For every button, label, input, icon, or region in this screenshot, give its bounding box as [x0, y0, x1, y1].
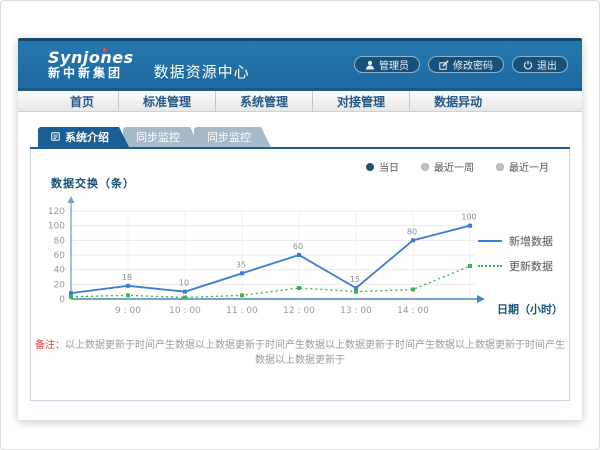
app-header: Synjones 新中新集团 数据资源中心 管理员 修改密码 — [18, 38, 582, 88]
header-actions: 管理员 修改密码 退出 — [354, 56, 568, 73]
footnote: 备注：以上数据更新于时间产生数据以上数据更新于时间产生数据以上数据更新于时间产生… — [31, 336, 569, 366]
content-area: 系统介绍 同步监控 同步监控 当日 最近一周 — [18, 112, 582, 401]
nav-item-system-mgmt[interactable]: 系统管理 — [215, 91, 312, 111]
svg-text:10: 10 — [179, 279, 189, 288]
footnote-prefix: 备注： — [35, 340, 65, 351]
svg-text:18: 18 — [122, 273, 132, 282]
filter-label: 最近一月 — [509, 159, 549, 174]
chart-panel: 当日 最近一周 最近一月 数据交换（条） 0 20 40 60 80 100 120 9 : … — [30, 149, 570, 401]
filter-label: 最近一周 — [434, 159, 474, 174]
logo-text-en: Synjones — [48, 49, 134, 67]
nav-item-interface-mgmt[interactable]: 对接管理 — [312, 91, 409, 111]
logo-text-cn: 新中新集团 — [48, 67, 134, 80]
change-password-button[interactable]: 修改密码 — [428, 56, 504, 73]
nav-item-data-change[interactable]: 数据异动 — [409, 91, 506, 111]
logout-label: 退出 — [537, 57, 557, 72]
svg-text:60: 60 — [293, 242, 303, 251]
chart-legend: 新增数据 更新数据 — [478, 233, 553, 274]
tab-label: 同步监控 — [207, 129, 251, 145]
filter-last-week[interactable]: 最近一周 — [421, 159, 474, 174]
svg-text:120: 120 — [48, 207, 65, 217]
tab-sync-monitor-2[interactable]: 同步监控 — [194, 127, 271, 147]
svg-text:100: 100 — [48, 222, 65, 232]
svg-text:100: 100 — [461, 213, 476, 222]
tab-sync-monitor-1[interactable]: 同步监控 — [123, 127, 200, 147]
legend-item-update-data: 更新数据 — [478, 258, 553, 274]
svg-text:14 : 00: 14 : 00 — [397, 306, 429, 316]
filter-last-month[interactable]: 最近一月 — [496, 159, 549, 174]
nav-item-standard-mgmt[interactable]: 标准管理 — [118, 91, 215, 111]
tab-bar: 系统介绍 同步监控 同步监控 — [38, 127, 570, 147]
svg-text:20: 20 — [54, 280, 66, 290]
edit-icon — [439, 60, 449, 70]
filter-label: 当日 — [379, 159, 399, 174]
svg-text:9 : 00: 9 : 00 — [115, 306, 141, 316]
svg-text:10 : 00: 10 : 00 — [169, 306, 201, 316]
y-axis-title: 数据交换（条） — [51, 175, 135, 191]
legend-label: 新增数据 — [509, 233, 553, 249]
page-card: Synjones 新中新集团 数据资源中心 管理员 修改密码 — [18, 38, 582, 420]
svg-text:80: 80 — [54, 236, 66, 246]
logout-button[interactable]: 退出 — [512, 56, 568, 73]
svg-text:60: 60 — [54, 251, 66, 261]
svg-text:35: 35 — [236, 260, 246, 269]
tab-label: 系统介绍 — [65, 129, 109, 145]
svg-text:12 : 00: 12 : 00 — [283, 306, 315, 316]
app-title: 数据资源中心 — [154, 61, 250, 82]
svg-text:13 : 00: 13 : 00 — [340, 306, 372, 316]
radio-icon — [496, 163, 504, 171]
legend-item-new-data: 新增数据 — [478, 233, 553, 249]
svg-text:11 : 00: 11 : 00 — [226, 306, 258, 316]
nav-item-home[interactable]: 首页 — [46, 91, 118, 111]
main-nav: 首页 标准管理 系统管理 对接管理 数据异动 — [18, 91, 582, 112]
user-icon — [365, 60, 375, 70]
document-icon — [51, 131, 60, 144]
company-logo[interactable]: Synjones 新中新集团 — [48, 49, 134, 80]
svg-text:15: 15 — [350, 275, 360, 284]
dotted-line-icon — [478, 265, 502, 267]
svg-text:40: 40 — [54, 266, 66, 276]
power-icon — [523, 60, 533, 70]
svg-text:80: 80 — [407, 227, 417, 236]
radio-icon — [366, 163, 374, 171]
solid-line-icon — [478, 240, 502, 242]
tab-system-intro[interactable]: 系统介绍 — [38, 127, 129, 147]
filter-today[interactable]: 当日 — [366, 159, 399, 174]
admin-user-label: 管理员 — [379, 57, 409, 72]
change-password-label: 修改密码 — [453, 57, 493, 72]
admin-user-button[interactable]: 管理员 — [354, 56, 420, 73]
tab-label: 同步监控 — [136, 129, 180, 145]
footnote-text: 以上数据更新于时间产生数据以上数据更新于时间产生数据以上数据更新于时间产生数据以… — [65, 340, 565, 366]
range-filters: 当日 最近一周 最近一月 — [366, 159, 549, 174]
svg-text:0: 0 — [59, 295, 65, 305]
svg-text:日期（小时）: 日期（小时） — [497, 302, 563, 316]
legend-label: 更新数据 — [509, 258, 553, 274]
radio-icon — [421, 163, 429, 171]
